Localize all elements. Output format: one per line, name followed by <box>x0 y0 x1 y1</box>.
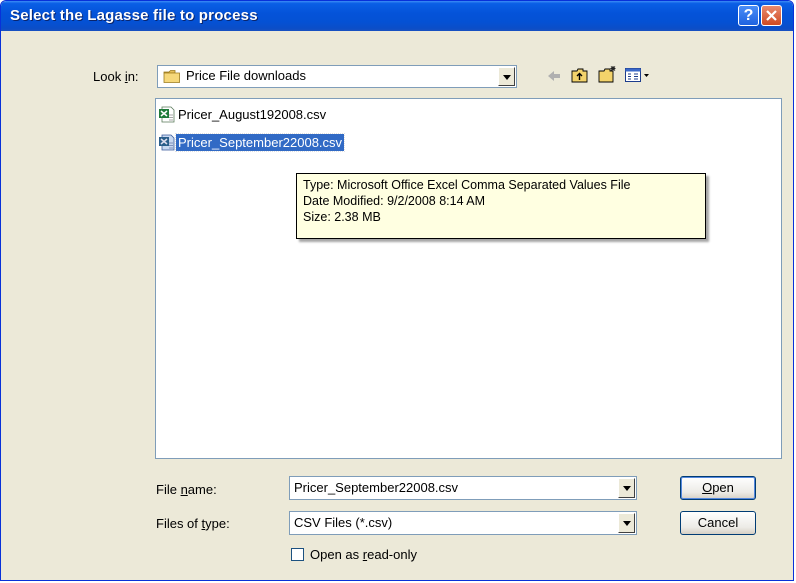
new-folder-icon[interactable] <box>598 65 618 84</box>
file-name-label: Pricer_September22008.csv <box>174 132 346 152</box>
look-in-value: Price File downloads <box>186 68 306 83</box>
excel-csv-icon <box>159 134 175 150</box>
file-name-value: Pricer_September22008.csv <box>294 480 459 495</box>
read-only-checkbox[interactable] <box>291 548 304 561</box>
file-name-dropdown-arrow[interactable] <box>618 478 635 498</box>
file-list[interactable]: Pricer_August192008.csv Pricer_September… <box>155 98 782 459</box>
help-button[interactable]: ? <box>738 5 759 26</box>
tooltip-date-modified: Date Modified: 9/2/2008 8:14 AM <box>303 194 486 208</box>
folder-icon <box>163 70 180 83</box>
file-info-tooltip: Type: Microsoft Office Excel Comma Separ… <box>296 173 706 239</box>
file-name-label: Pricer_August192008.csv <box>178 106 327 122</box>
tooltip-size: Size: 2.38 MB <box>303 210 381 224</box>
look-in-dropdown-arrow[interactable] <box>498 67 515 86</box>
file-type-dropdown[interactable]: CSV Files (*.csv) <box>289 511 637 535</box>
file-name-input[interactable]: Pricer_September22008.csv <box>289 476 637 500</box>
up-folder-icon[interactable] <box>571 67 589 84</box>
view-menu-icon[interactable] <box>625 68 651 83</box>
file-item-august[interactable]: Pricer_August192008.csv <box>158 105 328 123</box>
look-in-dropdown[interactable]: Price File downloads <box>157 65 517 88</box>
open-button[interactable]: Open <box>680 476 756 500</box>
cancel-button[interactable]: Cancel <box>680 511 756 535</box>
close-icon <box>766 10 777 21</box>
excel-csv-icon <box>159 106 175 122</box>
read-only-label[interactable]: Open as read-only <box>310 547 417 562</box>
file-item-september[interactable]: Pricer_September22008.csv <box>158 132 346 152</box>
title-bar[interactable]: Select the Lagasse file to process ? <box>1 1 793 31</box>
file-open-dialog: Select the Lagasse file to process ? Loo… <box>0 0 794 581</box>
file-name-label: File name: <box>156 482 217 497</box>
file-type-label: Files of type: <box>156 516 230 531</box>
window-title: Select the Lagasse file to process <box>10 7 258 24</box>
look-in-label: Look in: <box>93 69 139 84</box>
close-button[interactable] <box>761 5 782 26</box>
file-type-value: CSV Files (*.csv) <box>294 515 393 530</box>
tooltip-type: Type: Microsoft Office Excel Comma Separ… <box>303 178 631 192</box>
back-arrow-icon[interactable] <box>546 69 562 83</box>
file-type-dropdown-arrow[interactable] <box>618 513 635 533</box>
